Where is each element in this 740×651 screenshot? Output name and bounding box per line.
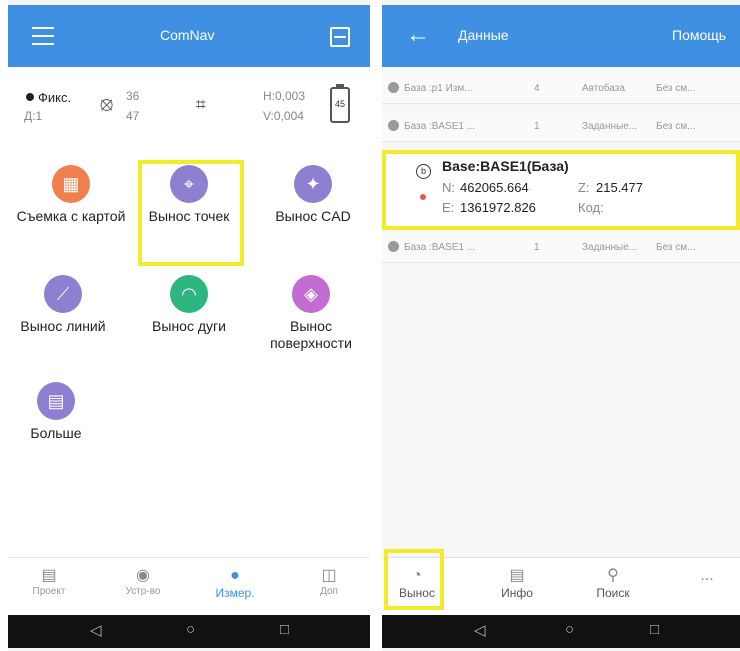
recent-nav-icon[interactable]: □ [650,621,659,638]
data-header: ← Данные Помощь [382,5,740,67]
row-num: 4 [534,83,540,94]
project-icon: ▤ [41,567,57,584]
android-nav-bar: ◁ ○ □ [8,615,370,648]
tab-label: Инфо [501,586,533,600]
row-name: База :р1 Изм... [404,83,473,94]
age-status: Д:1 [24,109,43,123]
back-nav-icon[interactable]: ◁ [474,621,486,639]
device-icon: ◉ [136,567,150,584]
base-icon [388,82,399,93]
app-label: Вынос линий [20,318,106,334]
info-icon: ▤ [509,567,525,584]
network-icon[interactable]: ⌗ [196,95,206,115]
back-nav-icon[interactable]: ◁ [90,621,102,639]
row-type: Заданные... [582,242,638,253]
recent-nav-icon[interactable]: □ [280,621,289,638]
cad-icon: ✦ [294,165,332,203]
tab-label: Устр-во [125,586,161,597]
status-panel: Фикс. Д:1 ⦻ 36 47 ⌗ H:0,003 V:0,004 45 [8,67,370,147]
map-icon: ▦ [52,165,90,203]
tab-label: Поиск [596,586,630,600]
satellite-icon[interactable]: ⦻ [100,93,113,116]
row-type: Заданные... [582,121,638,132]
app-stakeout-surface[interactable]: ◈ Вынос поверхности [252,275,370,352]
tab-search[interactable]: ⚲ Поиск [578,566,648,600]
search-icon: ⚲ [607,567,619,584]
list-item[interactable]: База :BASE1 ... 1 Заданные... Без см... [382,111,740,142]
base-icon [388,120,399,131]
surface-icon: ◈ [292,275,330,313]
app-title: ComNav [160,27,215,43]
tab-device[interactable]: ◉ Устр-во [108,566,178,597]
app-header: ComNav [8,5,370,67]
android-nav-bar: ◁ ○ □ [382,615,740,648]
highlight-stakeout-points [138,160,244,266]
fix-status: Фикс. [38,90,72,105]
bottom-tab-bar: ▤ Проект ◉ Устр-во ● Измер. ◫ Доп [8,557,370,616]
fix-dot-icon [26,93,34,101]
list-item[interactable]: База :р1 Изм... 4 Автобаза Без см... [382,73,740,104]
stakeout-line-icon: ⟋ [44,275,82,313]
right-phone-screen: ← Данные Помощь База :р1 Изм... 4 Автоба… [382,0,740,651]
app-label: Вынос дуги [152,318,226,334]
tab-more[interactable]: ... [682,566,732,586]
app-stakeout-arc[interactable]: ◠ Вынос дуги [134,275,244,335]
tab-info[interactable]: ▤ Инфо [482,566,552,600]
app-label: Больше [30,425,82,441]
app-stakeout-cad[interactable]: ✦ Вынос CAD [258,165,368,225]
app-label: Вынос CAD [275,208,351,224]
row-num: 1 [534,121,540,132]
row-type: Автобаза [582,83,625,94]
tab-project[interactable]: ▤ Проект [14,566,84,597]
data-title: Данные [458,27,509,43]
help-button[interactable]: Помощь [672,27,726,43]
row-name: База :BASE1 ... [404,121,476,132]
app-survey-map[interactable]: ▦ Съемка с картой [16,165,126,225]
home-nav-icon[interactable]: ○ [186,621,195,638]
row-offset: Без см... [656,83,696,94]
measure-icon: ● [230,567,240,584]
tab-tools[interactable]: ◫ Доп [294,566,364,597]
home-nav-icon[interactable]: ○ [565,621,574,638]
more-grid-icon: ▤ [37,382,75,420]
back-arrow-icon[interactable]: ← [406,21,430,49]
row-offset: Без см... [656,121,696,132]
tab-label: Проект [32,586,66,597]
data-list: База :р1 Изм... 4 Автобаза Без см... Баз… [382,67,740,557]
row-offset: Без см... [656,242,696,253]
row-num: 1 [534,242,540,253]
highlight-stakeout-tab [384,549,444,610]
highlight-base-card [382,150,740,230]
row-name: База :BASE1 ... [404,242,476,253]
h-precision: H:0,003 [263,89,306,103]
tab-label: Измер. [215,586,255,600]
app-label: Съемка с картой [16,208,126,224]
more-icon: ... [700,567,714,584]
tab-measure[interactable]: ● Измер. [200,566,270,600]
satellites-bottom: 47 [126,109,140,123]
tools-icon: ◫ [321,567,337,584]
base-icon [388,241,399,252]
app-label: Вынос поверхности [270,318,352,351]
left-phone-screen: ComNav Фикс. Д:1 ⦻ 36 47 ⌗ H:0,003 V:0,0… [8,0,370,651]
battery-level: 45 [334,99,345,109]
battery-icon[interactable]: 45 [330,84,350,123]
v-precision: V:0,004 [263,109,304,123]
satellites-top: 36 [126,89,140,103]
list-item[interactable]: База :BASE1 ... 1 Заданные... Без см... [382,232,740,263]
stakeout-arc-icon: ◠ [170,275,208,313]
scan-icon[interactable] [330,27,350,47]
app-stakeout-lines[interactable]: ⟋ Вынос линий [8,275,118,335]
tab-label: Доп [320,586,338,597]
hamburger-menu-icon[interactable] [32,27,54,45]
app-more[interactable]: ▤ Больше [16,382,96,442]
